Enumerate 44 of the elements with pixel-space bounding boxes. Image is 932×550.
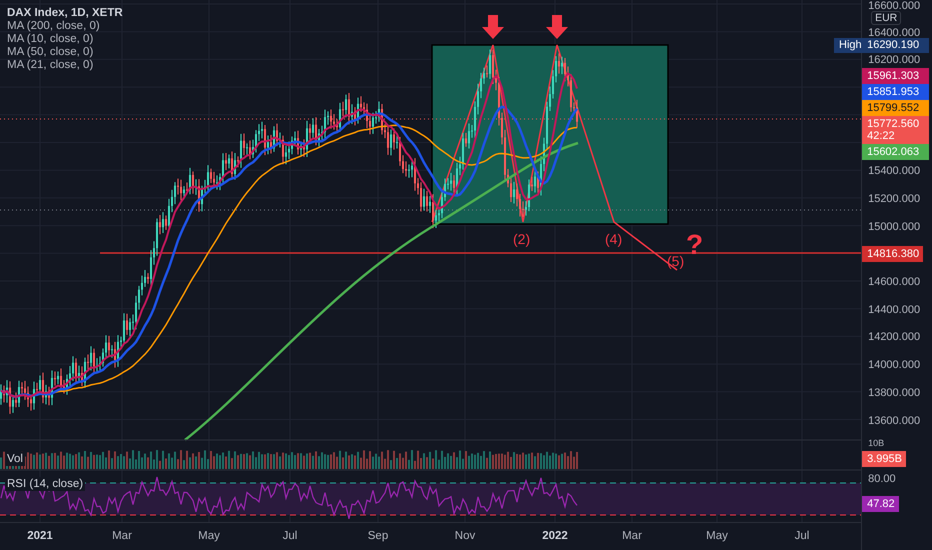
time-label: Sep <box>368 530 388 542</box>
wave-label: (5) <box>667 253 684 269</box>
currency-label[interactable]: EUR <box>871 11 902 25</box>
price-tick: 15000.000 <box>868 220 920 233</box>
time-label: Mar <box>622 530 642 542</box>
volume-badge: 3.995B <box>862 451 906 467</box>
time-label: 2022 <box>542 530 568 542</box>
rsi-badge: 47.82 <box>862 496 899 512</box>
price-tick: 14200.000 <box>868 331 920 344</box>
price-tick: 16200.000 <box>868 54 920 66</box>
time-label: 2021 <box>27 530 53 542</box>
price-tick: 14000.000 <box>868 359 920 372</box>
volume-tick: 10B <box>868 438 884 448</box>
price-tick: 13800.000 <box>868 386 920 399</box>
time-label: Jul <box>794 530 810 542</box>
volume-label: Vol <box>5 452 25 466</box>
wave-label: (4) <box>605 231 622 247</box>
price-badge: 15602.063 <box>862 144 930 160</box>
price-tick: 15400.000 <box>868 165 920 178</box>
price-tick: 13600.000 <box>868 414 920 426</box>
time-label: May <box>706 530 728 542</box>
time-label: Mar <box>112 530 132 542</box>
time-label: Jul <box>282 530 298 542</box>
price-badge: 15961.303 <box>862 68 930 84</box>
time-label: May <box>198 530 220 542</box>
price-badge: 14816.380 <box>862 246 924 262</box>
time-label: Nov <box>454 530 476 542</box>
indicator-label[interactable]: MA (200, close, 0) <box>7 20 123 32</box>
price-badge: 15772.560 42:22 <box>862 116 930 144</box>
price-tick: 16600.000 <box>868 0 920 12</box>
question-mark: ? <box>686 229 704 261</box>
wave-label: (2) <box>513 231 530 247</box>
indicator-label[interactable]: MA (21, close, 0) <box>7 59 123 71</box>
price-tick: 16400.000 <box>868 26 920 39</box>
price-tick: 15200.000 <box>868 192 920 205</box>
price-tick: 14600.000 <box>868 276 920 288</box>
indicator-label[interactable]: MA (10, close, 0) <box>7 33 123 45</box>
indicator-label[interactable]: MA (50, close, 0) <box>7 46 123 58</box>
rsi-label: RSI (14, close) <box>5 477 86 491</box>
symbol-title: DAX Index, 1D, XETR <box>7 7 123 19</box>
price-badge: 15851.953 <box>862 84 930 100</box>
price-tick: 14400.000 <box>868 304 920 316</box>
rsi-tick: 80.00 <box>868 473 896 485</box>
price-badge: 15799.552 <box>862 100 930 116</box>
